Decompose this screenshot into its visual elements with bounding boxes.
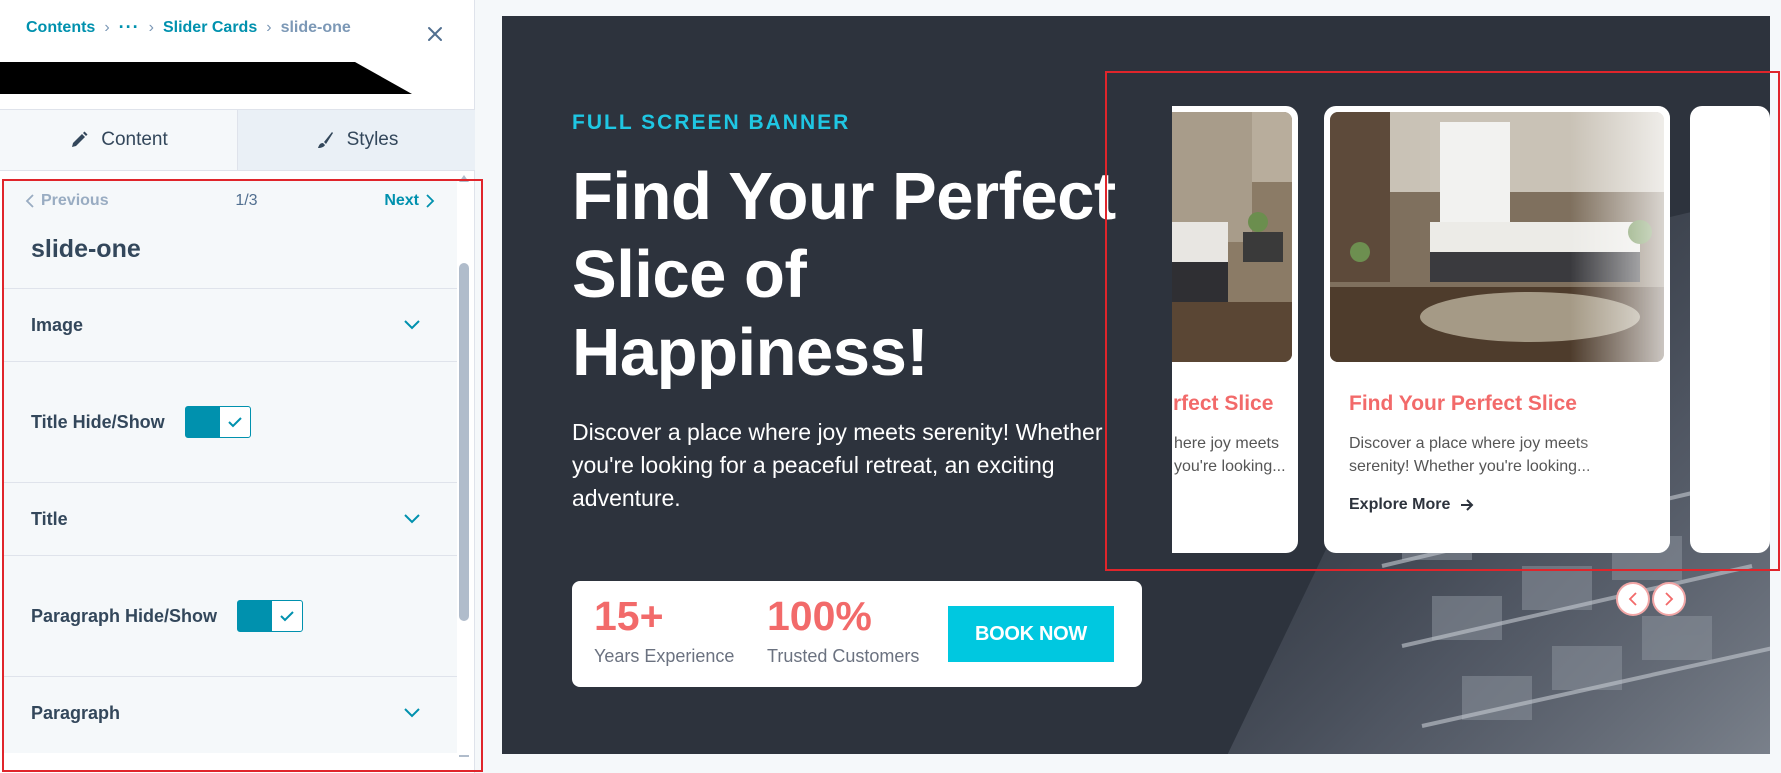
card-desc-line: here joy meets	[1174, 435, 1279, 452]
banner-headline: Find Your Perfect Slice of Happiness!	[572, 158, 1172, 392]
explore-more-label: Explore More	[1349, 496, 1451, 513]
slider-card[interactable]: Find Your Perfect Slice Discover a place…	[1324, 106, 1670, 553]
card-title: rfect Slice	[1173, 392, 1274, 415]
banner-kicker: FULL SCREEN BANNER	[572, 111, 851, 134]
headline-line: Slice of	[572, 237, 807, 312]
chevron-right-icon	[1665, 592, 1674, 606]
card-title: Find Your Perfect Slice	[1349, 392, 1577, 415]
stat-label: Trusted Customers	[767, 646, 920, 666]
chevron-down-icon[interactable]	[403, 317, 421, 333]
chevron-left-icon	[1628, 592, 1637, 606]
chevron-left-icon	[25, 194, 34, 208]
breadcrumb-contents[interactable]: Contents	[26, 19, 95, 37]
slider-prev-button[interactable]	[1616, 582, 1650, 616]
breadcrumb-slider-cards[interactable]: Slider Cards	[163, 19, 257, 37]
next-button[interactable]: Next	[384, 192, 435, 210]
slider-card-next[interactable]	[1690, 106, 1770, 553]
slider-next-button[interactable]	[1652, 582, 1686, 616]
bedroom-image	[1172, 112, 1292, 362]
more-icon[interactable]: ···	[119, 17, 140, 38]
field-title-toggle-label: Title Hide/Show	[31, 411, 165, 432]
checkmark-icon	[220, 407, 250, 437]
headline-line: Find Your Perfect	[572, 159, 1116, 234]
field-paragraph-label: Paragraph	[31, 702, 121, 723]
stat-value: 15+	[594, 593, 664, 639]
card-description: here joy meets you're looking...	[1174, 432, 1298, 478]
pencil-icon	[72, 131, 88, 147]
field-paragraph-toggle: Paragraph Hide/Show	[3, 555, 457, 676]
breadcrumb: Contents › ··· › Slider Cards › slide-on…	[26, 17, 351, 38]
chevron-right-icon: ›	[104, 18, 110, 36]
next-label: Next	[384, 192, 419, 209]
tab-styles[interactable]: Styles	[238, 110, 475, 170]
card-fade-overlay	[1570, 106, 1670, 553]
chevron-right-icon: ›	[148, 18, 154, 36]
field-list: Previous 1/3 Next slide-one Image Title …	[3, 180, 457, 753]
checkmark-icon	[272, 601, 302, 631]
field-paragraph[interactable]: Paragraph	[3, 676, 457, 749]
stat-experience: 15+ Years Experience	[594, 593, 734, 667]
stats-box: 15+ Years Experience 100% Trusted Custom…	[572, 581, 1142, 687]
headline-line: Happiness!	[572, 315, 929, 390]
field-title[interactable]: Title	[3, 482, 457, 555]
field-image-label: Image	[31, 314, 84, 335]
slide-title: slide-one	[31, 235, 141, 263]
tab-styles-label: Styles	[346, 129, 399, 150]
book-now-button[interactable]: BOOK NOW	[948, 606, 1114, 662]
tab-bar: Content Styles	[0, 109, 475, 171]
field-image[interactable]: Image	[3, 288, 457, 361]
slider-card[interactable]: rfect Slice here joy meets you're lookin…	[1172, 106, 1298, 553]
explore-more-link[interactable]: Explore More	[1349, 496, 1474, 514]
card-desc-line: you're looking...	[1174, 458, 1286, 475]
chevron-down-icon[interactable]	[403, 511, 421, 527]
paragraph-toggle-switch[interactable]	[237, 600, 304, 632]
toggle-on-fill	[238, 601, 273, 631]
editor-panel: Contents › ··· › Slider Cards › slide-on…	[0, 0, 475, 773]
previous-button[interactable]: Previous	[25, 192, 109, 210]
field-title-toggle: Title Hide/Show	[3, 361, 457, 482]
card-slider: rfect Slice here joy meets you're lookin…	[1172, 106, 1770, 576]
breadcrumb-current: slide-one	[280, 18, 351, 36]
title-toggle-switch[interactable]	[184, 406, 251, 438]
slide-count: 1/3	[235, 192, 258, 209]
stat-label: Years Experience	[594, 646, 735, 666]
previous-label: Previous	[41, 192, 109, 209]
brush-icon	[317, 132, 333, 148]
chevron-right-icon	[426, 194, 435, 208]
scroll-down-arrow[interactable]	[459, 755, 469, 757]
redacted-bar	[0, 62, 412, 94]
toggle-on-fill	[185, 407, 220, 437]
banner-preview: FULL SCREEN BANNER Find Your Perfect Sli…	[502, 16, 1770, 754]
tab-content-label: Content	[101, 129, 168, 150]
slide-pager: Previous 1/3 Next	[25, 192, 435, 210]
field-paragraph-toggle-label: Paragraph Hide/Show	[31, 605, 218, 626]
close-icon[interactable]	[421, 20, 449, 48]
arrow-right-icon	[1461, 499, 1474, 511]
chevron-down-icon[interactable]	[403, 705, 421, 721]
scroll-up-arrow[interactable]	[459, 175, 469, 182]
scrollbar-thumb[interactable]	[459, 263, 469, 621]
stat-customers: 100% Trusted Customers	[767, 593, 919, 667]
tab-content[interactable]: Content	[0, 110, 238, 170]
scrollbar[interactable]	[459, 175, 469, 757]
chevron-right-icon: ›	[266, 18, 272, 36]
field-title-label: Title	[31, 508, 68, 529]
banner-paragraph: Discover a place where joy meets serenit…	[572, 419, 1103, 511]
stat-value: 100%	[767, 593, 872, 639]
